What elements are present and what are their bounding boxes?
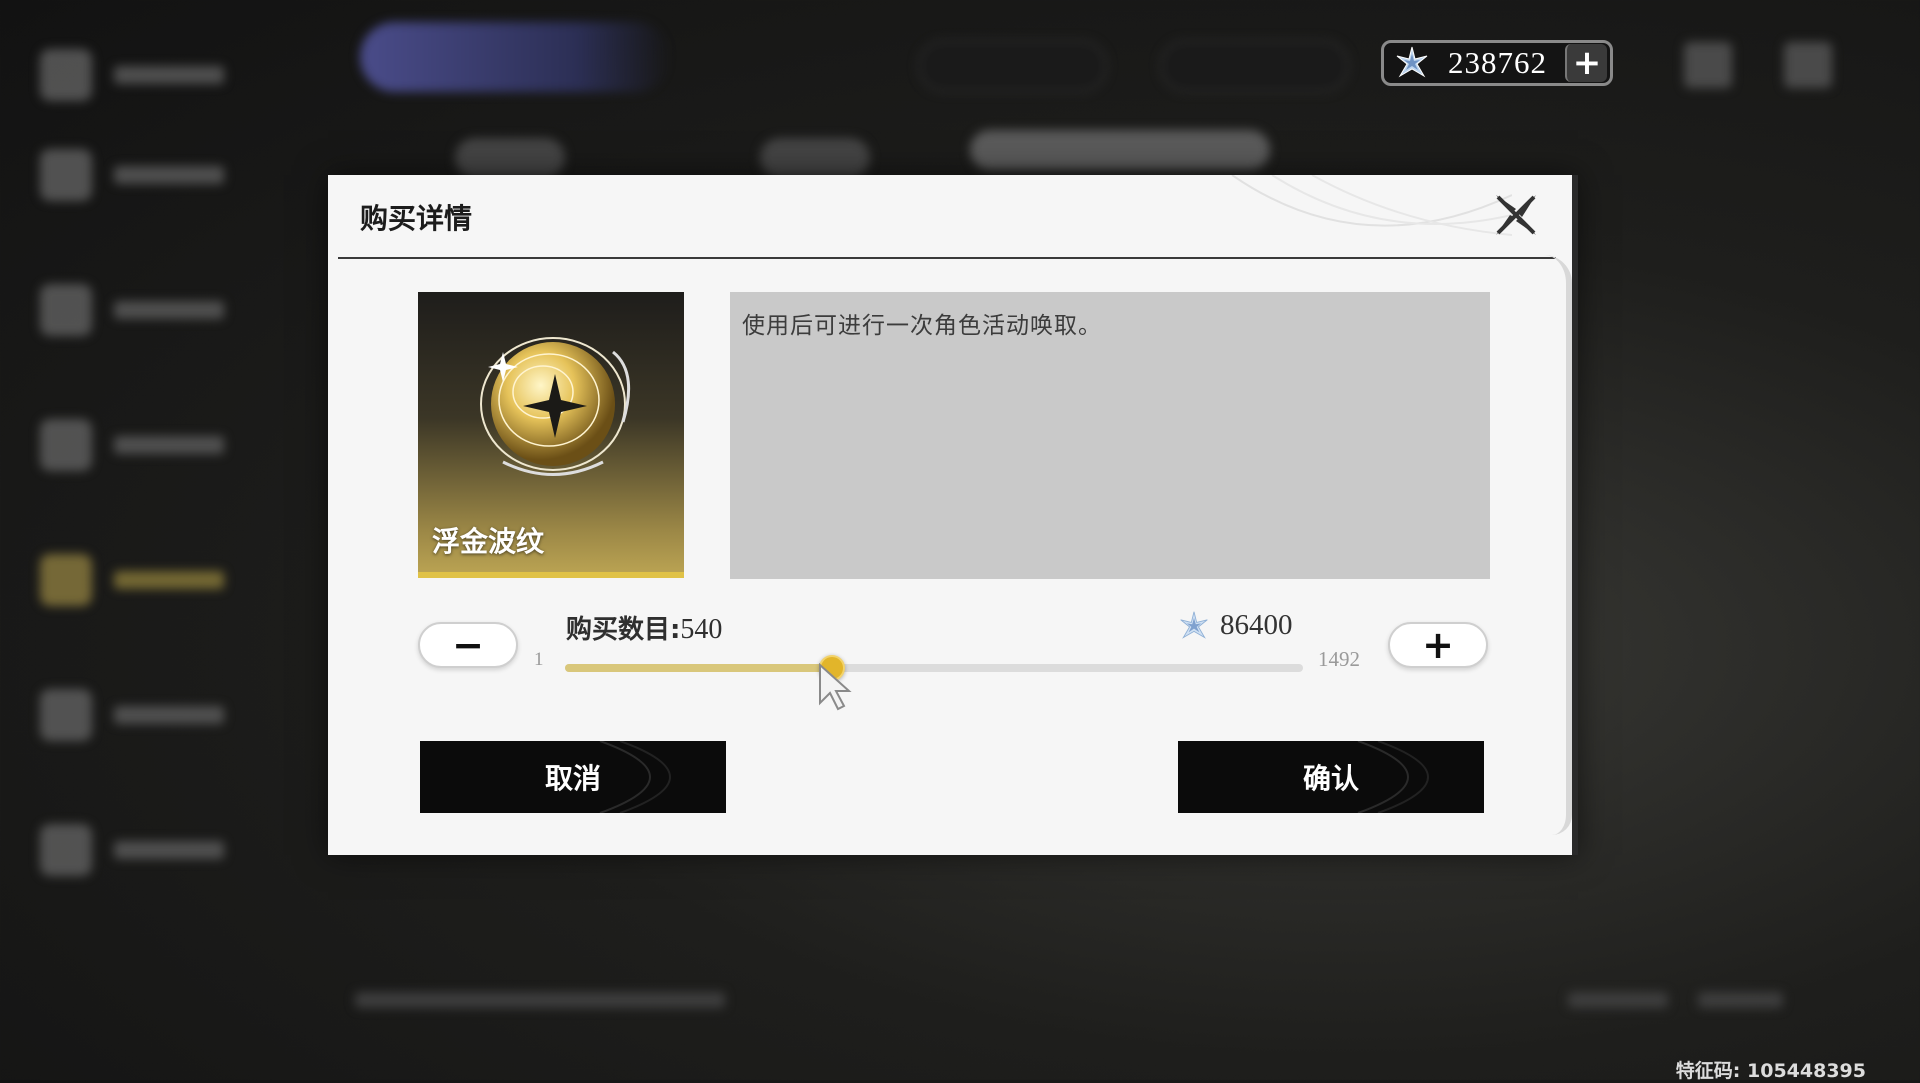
item-card: 浮金波纹 (418, 292, 684, 578)
event-banner (360, 22, 670, 92)
cancel-button[interactable]: 取消 (420, 741, 726, 813)
golden-ripple-orb-icon (480, 337, 631, 476)
side-nav-item (40, 680, 280, 750)
button-decoration (1357, 741, 1429, 813)
side-nav-item (40, 40, 280, 110)
quantity-label-text: 购买数目: (566, 615, 681, 645)
plus-icon: + (1422, 623, 1454, 667)
quantity-slider[interactable] (565, 655, 1303, 681)
footer-note (355, 992, 725, 1008)
slider-thumb[interactable] (818, 655, 845, 681)
footer-note (1698, 992, 1783, 1008)
item-description-box: 使用后可进行一次角色活动唤取。 (730, 292, 1490, 579)
footer-note (1568, 992, 1668, 1008)
close-icon[interactable] (1490, 189, 1542, 241)
star-crystal-icon (1396, 46, 1428, 78)
dialog-header: 购买详情 (328, 175, 1572, 257)
close-icon (1784, 42, 1832, 88)
side-nav-item (40, 545, 280, 615)
currency-amount: 238762 (1448, 45, 1547, 80)
header-decoration (1231, 175, 1512, 236)
currency-display: 238762 + (1381, 40, 1613, 86)
item-description: 使用后可进行一次角色活动唤取。 (742, 313, 1102, 339)
side-nav-item (40, 815, 280, 885)
increase-quantity-button[interactable]: + (1388, 622, 1488, 668)
side-nav-item (40, 410, 280, 480)
purchase-dialog: 购买详情 浮金波纹 使用后可进行一次角色活动唤取。 − 购买数目:540 864… (328, 175, 1578, 855)
total-cost: 86400 (1178, 609, 1293, 642)
decrease-quantity-button[interactable]: − (418, 622, 518, 668)
shop-tab (760, 138, 870, 178)
quantity-label: 购买数目:540 (566, 609, 722, 646)
resource-counter (918, 40, 1107, 92)
button-decoration (599, 741, 671, 813)
shop-tab-active (970, 130, 1270, 170)
slider-fill (565, 664, 832, 672)
star-crystal-icon (1180, 611, 1208, 639)
header-divider (338, 257, 1556, 259)
feature-code: 特征码: 105448395 (1675, 1060, 1866, 1082)
quantity-max: 1492 (1318, 647, 1360, 671)
resource-counter (1160, 40, 1349, 92)
confirm-button[interactable]: 确认 (1178, 741, 1484, 813)
side-nav-item (40, 140, 280, 210)
add-currency-button[interactable]: + (1565, 43, 1607, 83)
quantity-value: 540 (680, 614, 723, 645)
dialog-title: 购买详情 (360, 202, 473, 235)
shop-tab (455, 138, 565, 178)
quantity-min: 1 (534, 649, 544, 670)
total-cost-value: 86400 (1220, 609, 1293, 641)
item-name: 浮金波纹 (432, 525, 545, 558)
minus-icon: − (452, 623, 484, 667)
side-nav-item (40, 275, 280, 345)
grid-icon (1684, 42, 1732, 88)
